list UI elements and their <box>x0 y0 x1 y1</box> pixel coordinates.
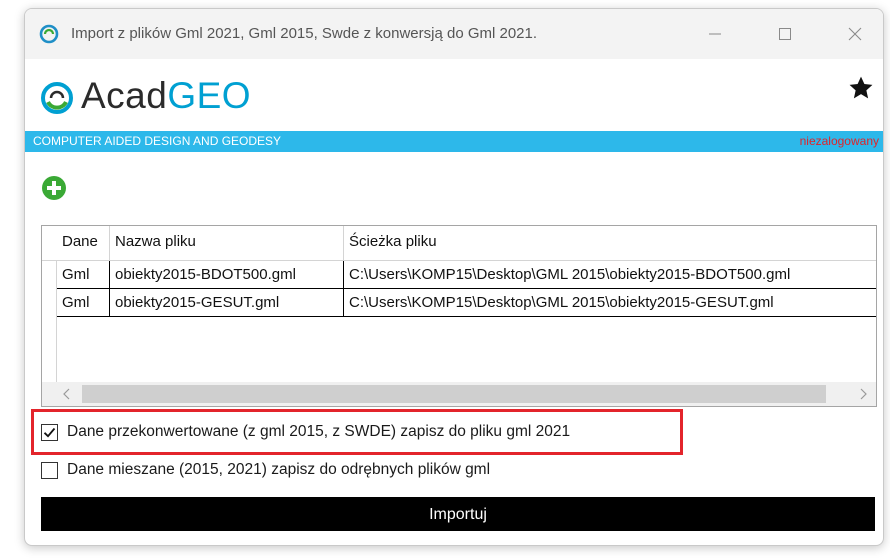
import-button[interactable]: Importuj <box>41 497 875 531</box>
import-dialog-window: Import z plików Gml 2021, Gml 2015, Swde… <box>24 8 884 546</box>
scrollbar-thumb[interactable] <box>82 385 826 403</box>
minimize-icon <box>709 33 721 35</box>
logo-wordmark-geo: GEO <box>167 75 252 116</box>
cell-sciezka-pliku[interactable]: C:\Users\KOMP15\Desktop\GML 2015\obiekty… <box>344 289 876 317</box>
close-icon <box>848 27 862 41</box>
column-header-dane[interactable]: Dane <box>57 226 110 260</box>
chevron-left-icon[interactable] <box>60 386 74 402</box>
window-title: Import z plików Gml 2021, Gml 2015, Swde… <box>71 25 538 42</box>
cell-nazwa-pliku[interactable]: obiekty2015-GESUT.gml <box>110 289 344 317</box>
cell-sciezka-pliku[interactable]: C:\Users\KOMP15\Desktop\GML 2015\obiekty… <box>344 261 876 289</box>
logo-wordmark-acad: Acad <box>81 75 168 116</box>
acadgeo-app-icon <box>39 24 59 44</box>
convert-option-label: Dane przekonwertowane (z gml 2015, z SWD… <box>67 423 571 440</box>
minimize-button[interactable] <box>701 21 729 47</box>
cell-dane[interactable]: Gml <box>57 289 110 317</box>
logo-wordmark: AcadGEO <box>81 74 251 118</box>
tagline-bar: COMPUTER AIDED DESIGN AND GEODESY niezal… <box>25 131 883 152</box>
logo-header: AcadGEO <box>25 59 883 129</box>
mixed-checkbox[interactable] <box>41 461 58 479</box>
mixed-option-label: Dane mieszane (2015, 2021) zapisz do odr… <box>67 461 491 478</box>
convert-option[interactable]: Dane przekonwertowane (z gml 2015, z SWD… <box>41 421 570 443</box>
grid-header: Dane Nazwa pliku Ścieżka pliku <box>42 226 876 261</box>
horizontal-scrollbar[interactable] <box>42 382 876 406</box>
cell-dane[interactable]: Gml <box>57 261 110 289</box>
close-button[interactable] <box>841 21 869 47</box>
tagline-text: COMPUTER AIDED DESIGN AND GEODESY <box>33 134 282 148</box>
maximize-button[interactable] <box>771 21 799 47</box>
column-header-sciezka-pliku[interactable]: Ścieżka pliku <box>344 226 876 260</box>
plus-circle-icon[interactable] <box>41 175 67 201</box>
login-status[interactable]: niezalogowany <box>800 134 879 148</box>
maximize-icon <box>779 28 791 40</box>
files-grid[interactable]: Dane Nazwa pliku Ścieżka pliku Gml obiek… <box>41 225 877 407</box>
acadgeo-logo-icon <box>41 82 73 114</box>
mixed-option[interactable]: Dane mieszane (2015, 2021) zapisz do odr… <box>41 459 490 481</box>
star-icon[interactable] <box>847 74 875 102</box>
convert-checkbox[interactable] <box>41 423 58 441</box>
chevron-right-icon[interactable] <box>856 386 870 402</box>
column-header-nazwa-pliku[interactable]: Nazwa pliku <box>110 226 344 260</box>
title-bar[interactable]: Import z plików Gml 2021, Gml 2015, Swde… <box>25 9 883 59</box>
checkmark-icon <box>43 427 56 438</box>
cell-nazwa-pliku[interactable]: obiekty2015-BDOT500.gml <box>110 261 344 289</box>
